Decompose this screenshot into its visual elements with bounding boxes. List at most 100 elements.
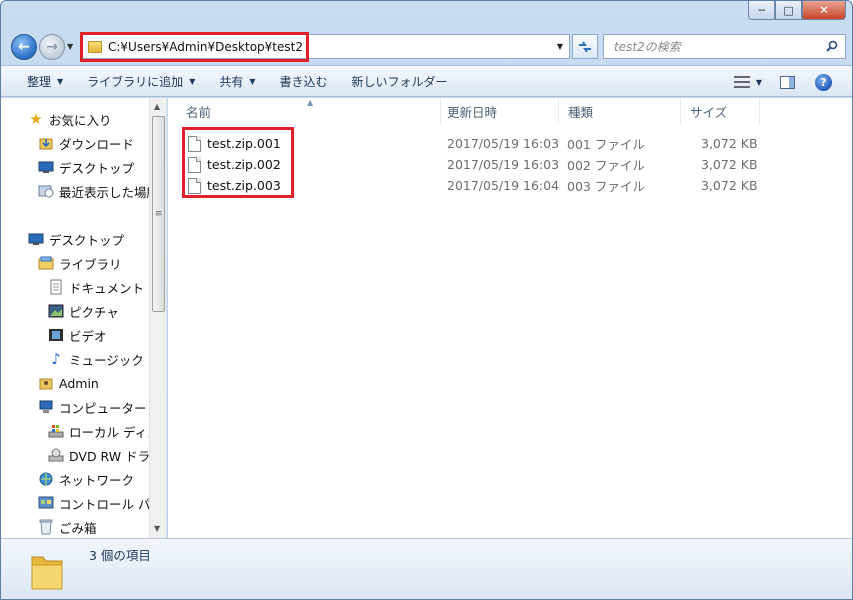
scroll-up-icon[interactable]: ▲ [154,102,160,111]
address-bar[interactable]: C:¥Users¥Admin¥Desktop¥test2 ▼ [80,32,570,62]
column-modified-label: 更新日時 [447,104,498,120]
add-to-library-label: ライブラリに追加 [87,74,184,89]
share-button[interactable]: 共有 ▼ [207,65,267,97]
file-size: 3,072 KB [701,157,758,172]
file-type: 001 ファイル [567,137,645,152]
burn-button[interactable]: 書き込む [268,65,340,97]
sidebar-item-control-panel[interactable]: コントロール パネル [38,492,166,514]
column-header-size[interactable]: サイズ [680,98,760,124]
sidebar-item-music[interactable]: ♪ ミュージック [48,348,144,370]
local-disk-icon [48,423,64,439]
history-dropdown-icon[interactable]: ▼ [67,42,77,52]
control-panel-icon [38,495,54,511]
sidebar-item-libraries[interactable]: ライブラリ [38,252,122,274]
sidebar-item-computer[interactable]: コンピューター [38,396,147,418]
sidebar-item-desktop-fav[interactable]: デスクトップ [38,156,134,178]
navigation-pane: ★ お気に入り ダウンロード デスクトップ 最近表示した場所 デスクトップ ライ… [1,98,167,538]
sort-ascending-icon: ▲ [307,98,314,107]
sidebar-item-pictures[interactable]: ピクチャ [48,300,119,322]
sidebar-item-recycle-bin[interactable]: ごみ箱 [38,516,97,538]
sidebar-item-label: ミュージック [69,352,144,368]
refresh-button[interactable] [572,34,598,59]
column-header-modified[interactable]: 更新日時 [437,98,559,124]
search-placeholder: test2の検索 [614,40,681,54]
column-size-label: サイズ [690,104,728,120]
sidebar-item-videos[interactable]: ビデオ [48,324,107,346]
document-icon [48,279,64,295]
caption-buttons: ─ □ ✕ [748,1,846,20]
star-icon: ★ [29,110,43,128]
sidebar-item-documents[interactable]: ドキュメント [48,276,144,298]
column-name-label: 名前 [186,104,212,120]
library-icon [38,255,54,271]
back-button[interactable]: ← [11,34,37,60]
forward-arrow-icon: → [46,39,58,55]
navigation-bar: ← → ▼ C:¥Users¥Admin¥Desktop¥test2 ▼ tes… [1,29,852,65]
chevron-down-icon: ▼ [249,76,256,86]
desktop-icon [38,159,54,175]
item-count: 3 個の項目 [89,548,151,563]
view-options-icon[interactable] [733,76,750,88]
refresh-icon [579,40,591,53]
recycle-bin-icon [38,519,54,535]
file-size: 3,072 KB [701,178,758,193]
organize-button[interactable]: 整理 ▼ [15,65,75,97]
sidebar-item-label: デスクトップ [49,232,125,248]
chevron-down-icon: ▼ [57,76,64,86]
details-pane: 3 個の項目 [1,538,852,599]
sidebar-item-admin[interactable]: Admin [38,372,99,394]
scroll-down-icon[interactable]: ▼ [154,524,160,533]
files-highlight-box [182,127,294,198]
search-icon[interactable] [826,40,838,52]
burn-label: 書き込む [279,74,328,89]
maximize-button[interactable]: □ [775,1,802,20]
dvd-drive-icon [48,447,64,463]
file-type: 002 ファイル [567,158,645,173]
sidebar-item-label: コンピューター [59,400,147,416]
help-icon[interactable]: ? [815,73,832,91]
file-type: 003 ファイル [567,179,645,194]
minimize-button[interactable]: ─ [748,1,775,20]
forward-button[interactable]: → [39,34,65,60]
desktop-icon [28,231,44,247]
new-folder-button[interactable]: 新しいフォルダー [340,65,460,97]
video-icon [48,327,64,343]
sidebar-item-label: ビデオ [69,328,107,344]
sidebar-item-label: ピクチャ [69,304,119,320]
sidebar-item-label: デスクトップ [59,160,135,176]
network-icon [38,471,54,487]
sidebar-item-network[interactable]: ネットワーク [38,468,134,490]
file-modified: 2017/05/19 16:04 [447,178,560,193]
recent-places-icon [38,183,54,199]
sidebar-item-recent-places[interactable]: 最近表示した場所 [38,180,159,202]
chevron-down-icon: ▼ [189,76,196,86]
navigation-scrollbar[interactable]: ▲ ≡ ▼ [149,98,166,538]
search-input[interactable]: test2の検索 [603,34,846,59]
column-type-label: 種類 [568,104,594,120]
address-dropdown-icon[interactable]: ▼ [557,42,563,51]
explorer-window: ─ □ ✕ ← → ▼ C:¥Users¥Admin¥Desktop¥test2… [0,0,853,600]
file-modified: 2017/05/19 16:03 [447,157,560,172]
sidebar-item-label: ごみ箱 [59,520,97,536]
computer-icon [38,399,54,415]
add-to-library-button[interactable]: ライブラリに追加 ▼ [75,65,207,97]
scroll-thumb[interactable]: ≡ [152,116,165,312]
command-toolbar: 整理 ▼ ライブラリに追加 ▼ 共有 ▼ 書き込む 新しいフォルダー ▼ ? [1,65,852,97]
pictures-icon [48,303,64,319]
user-folder-icon [38,375,54,391]
column-header-type[interactable]: 種類 [558,98,681,124]
sidebar-item-label: ネットワーク [59,472,135,488]
view-dropdown-icon[interactable]: ▼ [756,78,762,87]
sidebar-item-label: ドキュメント [69,280,145,296]
back-arrow-icon: ← [18,39,30,55]
address-highlight-box [80,32,309,62]
sidebar-item-favorites[interactable]: ★ お気に入り [28,108,111,130]
sidebar-item-label: 最近表示した場所 [59,184,160,200]
sidebar-item-desktop[interactable]: デスクトップ [28,228,124,250]
sidebar-item-downloads[interactable]: ダウンロード [38,132,134,154]
file-size: 3,072 KB [701,136,758,151]
folder-icon [31,556,63,590]
close-button[interactable]: ✕ [802,1,846,20]
file-modified: 2017/05/19 16:03 [447,136,560,151]
preview-pane-icon[interactable] [780,75,795,89]
